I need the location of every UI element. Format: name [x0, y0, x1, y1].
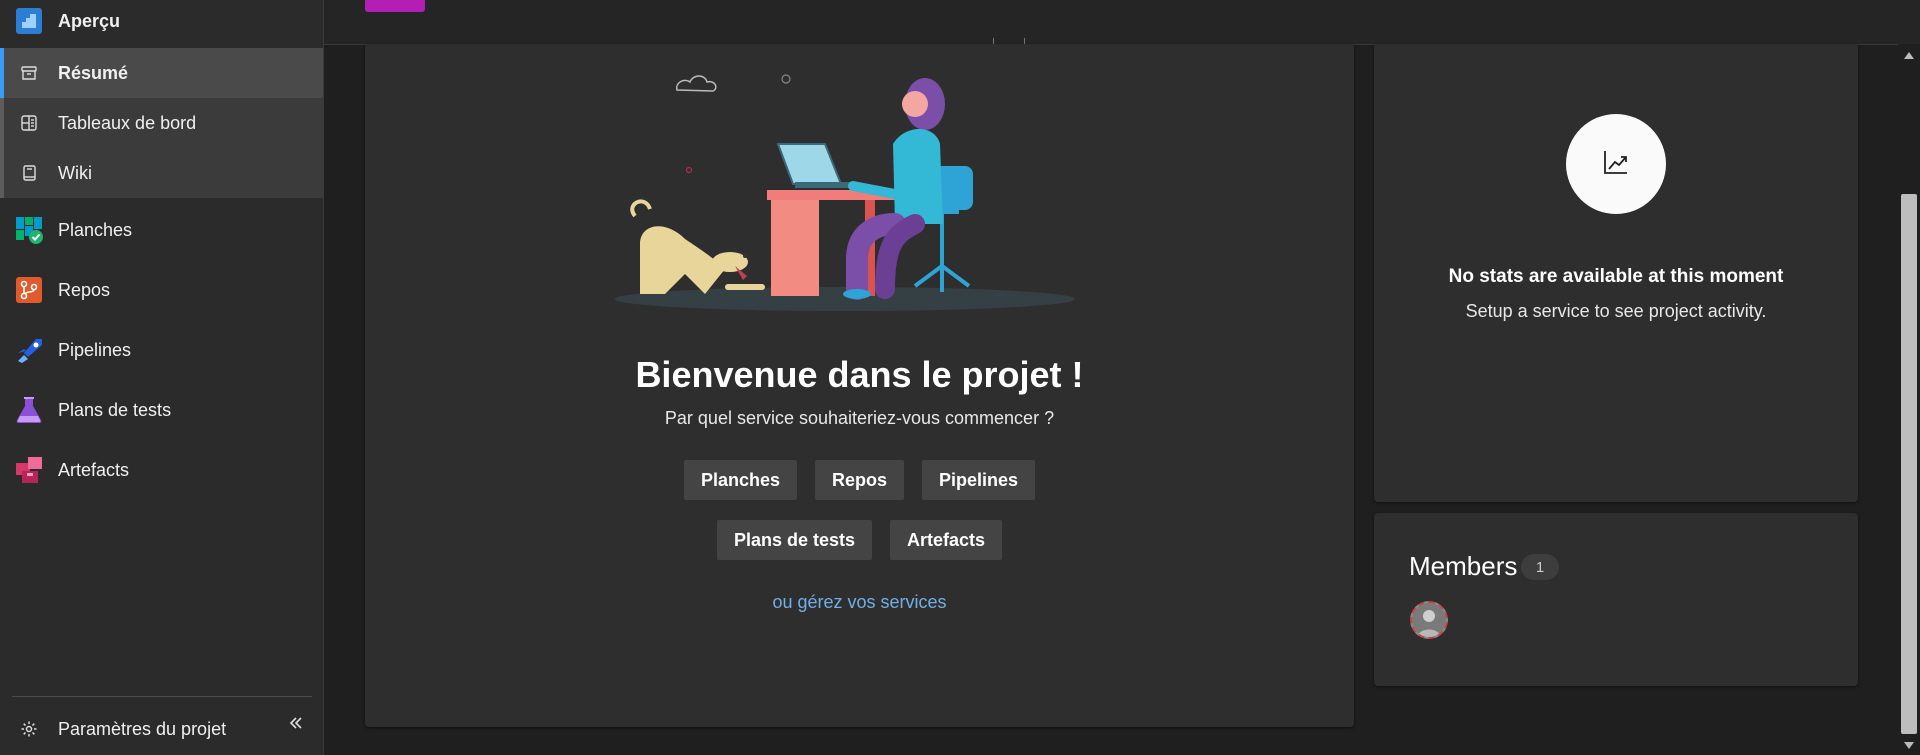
nav-item-label: Artefacts [58, 459, 130, 480]
nav-item-pipelines[interactable]: Pipelines [0, 325, 323, 375]
manage-services-link[interactable]: ou gérez vos services [365, 592, 1354, 613]
nav-item-overview[interactable]: Aperçu [0, 0, 323, 46]
artifacts-service-button[interactable]: Artefacts [890, 520, 1003, 560]
welcome-illustration [615, 74, 1075, 311]
summary-icon [18, 62, 40, 84]
scroll-up-arrow-icon[interactable] [1904, 52, 1914, 59]
test-plans-icon [14, 395, 44, 425]
top-bar [324, 0, 1920, 45]
vertical-scrollbar[interactable] [1898, 44, 1920, 755]
nav-item-test-plans[interactable]: Plans de tests [0, 385, 323, 435]
nav-item-label: Repos [58, 279, 111, 300]
stats-icon-circle [1566, 114, 1666, 214]
double-chevron-left-icon[interactable] [284, 711, 308, 735]
nav-item-summary[interactable]: Résumé [0, 48, 323, 98]
boards-service-button[interactable]: Planches [683, 460, 797, 500]
pipelines-icon [14, 335, 44, 365]
welcome-subtitle: Par quel service souhaiteriez-vous comme… [664, 408, 1055, 428]
nav-item-dashboards[interactable]: Tableaux de bord [0, 98, 323, 148]
stats-subtitle: Setup a service to see project activity. [1465, 301, 1767, 321]
members-card: Members 1 [1374, 513, 1858, 686]
nav-item-label: Aperçu [58, 10, 121, 31]
gear-icon [18, 718, 40, 740]
stats-title: No stats are available at this moment [1448, 266, 1784, 287]
welcome-card: Bienvenue dans le projet ! Par quel serv… [365, 44, 1354, 727]
nav-item-label: Planches [58, 219, 133, 240]
settings-label: Paramètres du projet [58, 718, 227, 739]
service-buttons-row: Plans de tests Artefacts [365, 520, 1354, 560]
left-navigation-sidebar: Aperçu Résumé Tableaux de bord Wiki Plan… [0, 0, 324, 755]
scroll-down-arrow-icon[interactable] [1904, 742, 1914, 749]
repos-service-button[interactable]: Repos [815, 460, 905, 500]
project-settings-link[interactable]: Paramètres du projet [0, 705, 323, 753]
welcome-title: Bienvenue dans le projet ! [635, 354, 1084, 395]
dashboards-icon [18, 112, 40, 134]
nav-item-artifacts[interactable]: Artefacts [0, 445, 323, 495]
scrollbar-thumb[interactable] [1901, 194, 1917, 734]
nav-item-label: Wiki [58, 162, 92, 183]
members-title: Members [1409, 551, 1518, 581]
repos-icon [14, 275, 44, 305]
project-stats-card: No stats are available at this moment Se… [1374, 44, 1858, 502]
nav-item-label: Résumé [58, 62, 129, 83]
nav-item-label: Tableaux de bord [58, 112, 197, 133]
service-buttons-row: Planches Repos Pipelines [365, 460, 1354, 500]
project-chip[interactable] [365, 0, 425, 12]
nav-item-boards[interactable]: Planches [0, 205, 323, 255]
nav-item-label: Pipelines [58, 339, 132, 360]
test-plans-service-button[interactable]: Plans de tests [716, 520, 873, 560]
overview-submenu: Résumé Tableaux de bord Wiki [0, 48, 323, 198]
members-count-badge: 1 [1521, 554, 1559, 580]
nav-item-wiki[interactable]: Wiki [0, 148, 323, 198]
nav-item-label: Plans de tests [58, 399, 172, 420]
wiki-icon [18, 162, 40, 184]
avatar[interactable] [1410, 601, 1448, 639]
artifacts-icon [14, 455, 44, 485]
boards-icon [14, 215, 44, 245]
nav-item-repos[interactable]: Repos [0, 265, 323, 315]
sidebar-divider [12, 696, 312, 697]
overview-icon [14, 6, 44, 36]
pipelines-service-button[interactable]: Pipelines [922, 460, 1036, 500]
selected-indicator [0, 48, 4, 98]
trend-chart-icon [1601, 147, 1631, 182]
